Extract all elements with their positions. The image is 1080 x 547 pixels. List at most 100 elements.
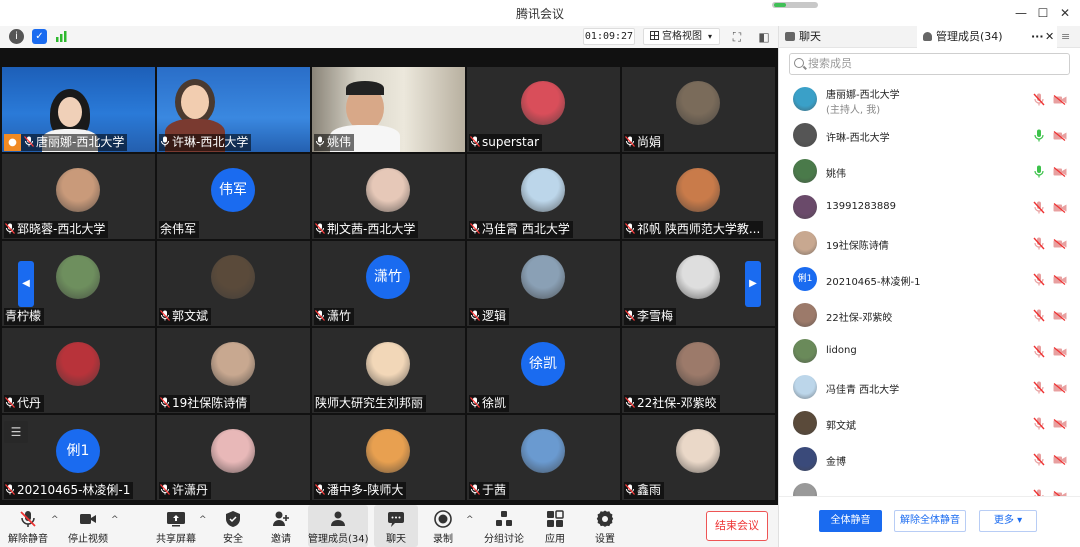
tencent-meeting-window: 腾讯会议 — ☐ ✕ i ✓ 01:09:27 宫格视图 ▾ ⛶ ◧ ● 唐丽娜-西… <box>0 0 1080 547</box>
member-list-item[interactable]: 冯佳青 西北大学 <box>779 370 1080 406</box>
camera-off-icon[interactable] <box>1053 383 1067 393</box>
camera-off-icon[interactable] <box>1053 347 1067 357</box>
shield-icon[interactable]: ✓ <box>32 29 47 44</box>
camera-off-icon[interactable] <box>1053 95 1067 105</box>
participant-name: 鑫雨 <box>637 483 662 497</box>
participant-tile[interactable]: 郅晓蓉-西北大学 <box>2 154 155 239</box>
maximize-icon[interactable]: ☐ <box>1034 4 1052 22</box>
chevron-up-icon[interactable]: ^ <box>51 515 59 525</box>
camera-off-icon[interactable] <box>1053 311 1067 321</box>
participant-tile[interactable]: 陕师大研究生刘邦丽 <box>312 328 465 413</box>
member-avatar <box>793 159 817 183</box>
previous-page-arrow[interactable]: ◀ <box>18 261 34 307</box>
participant-tile[interactable]: ● 唐丽娜-西北大学 <box>2 67 155 152</box>
chat-button[interactable]: 聊天 <box>374 505 418 547</box>
list-icon[interactable]: ☰ <box>4 421 28 443</box>
camera-off-icon[interactable] <box>1053 419 1067 429</box>
member-search-input[interactable]: 搜索成员 <box>789 53 1070 75</box>
participant-tile[interactable]: 尚娟 <box>622 67 775 152</box>
unmute-button[interactable]: 解除静音 <box>6 505 50 547</box>
participant-tile[interactable]: 于茜 <box>467 415 620 500</box>
close-panel-icon[interactable]: ✕ <box>1045 26 1055 48</box>
camera-off-icon[interactable] <box>1053 131 1067 141</box>
signal-icon[interactable] <box>54 29 69 44</box>
mic-icon[interactable] <box>1033 129 1045 142</box>
panel-menu-icon[interactable]: ≡ <box>1061 26 1075 48</box>
participant-tile[interactable]: 潘中多-陕师大 <box>312 415 465 500</box>
member-list-item[interactable]: 金博 <box>779 442 1080 478</box>
member-list-item[interactable]: 俐1 20210465-林凌俐-1 <box>779 262 1080 298</box>
mute-all-button[interactable]: 全体静音 <box>819 510 882 532</box>
member-list-item[interactable]: 13991283889 <box>779 190 1080 226</box>
share-screen-button[interactable]: 共享屏幕 <box>154 505 198 547</box>
participant-tile[interactable]: 姚伟 <box>312 67 465 152</box>
grid-view-dropdown[interactable]: 宫格视图 ▾ <box>643 28 720 45</box>
mic-muted-icon[interactable] <box>1033 273 1045 286</box>
member-list-item[interactable]: 19社保陈诗倩 <box>779 226 1080 262</box>
info-icon[interactable]: i <box>9 29 24 44</box>
mic-muted-icon <box>470 223 480 234</box>
participant-tile[interactable]: 祁帆 陕西师范大学教... <box>622 154 775 239</box>
record-button[interactable]: 录制 <box>426 505 460 547</box>
settings-button[interactable]: 设置 <box>588 505 622 547</box>
mic-muted-icon[interactable] <box>1033 381 1045 394</box>
mic-muted-icon[interactable] <box>1033 453 1045 466</box>
member-list-item[interactable]: 唐丽娜-西北大学 (主持人, 我) <box>779 82 1080 118</box>
tab-chat[interactable]: 聊天 <box>779 26 917 48</box>
camera-off-icon[interactable] <box>1053 275 1067 285</box>
next-page-arrow[interactable]: ▶ <box>745 261 761 307</box>
mic-muted-icon[interactable] <box>1033 345 1045 358</box>
participant-tile[interactable]: 郭文斌 <box>157 241 310 326</box>
camera-off-icon[interactable] <box>1053 239 1067 249</box>
mic-muted-icon[interactable] <box>1033 417 1045 430</box>
member-avatar <box>793 411 817 435</box>
mic-icon[interactable] <box>1033 165 1045 178</box>
member-list-item[interactable]: 郭文斌 <box>779 406 1080 442</box>
mic-muted-icon[interactable] <box>1033 93 1045 106</box>
member-list-item[interactable]: lidong <box>779 334 1080 370</box>
panel-tabs: 聊天 管理成员(34) ··· ✕ ≡ <box>779 26 1080 48</box>
participant-avatar <box>366 168 410 212</box>
participant-tile[interactable]: 许琳-西北大学 <box>157 67 310 152</box>
participant-tile[interactable]: 徐凯 徐凯 <box>467 328 620 413</box>
mic-muted-icon[interactable] <box>1033 309 1045 322</box>
minimize-icon[interactable]: — <box>1012 4 1030 22</box>
mic-muted-icon[interactable] <box>1033 237 1045 250</box>
participant-tile[interactable]: 潇竹 潇竹 <box>312 241 465 326</box>
unmute-all-button[interactable]: 解除全体静音 <box>894 510 966 532</box>
chevron-up-icon[interactable]: ^ <box>466 515 474 525</box>
participant-tile[interactable]: superstar <box>467 67 620 152</box>
more-options-icon[interactable]: ··· <box>1031 26 1044 48</box>
manage-members-label: 管理成员(34) <box>308 534 369 545</box>
participant-tile[interactable]: 22社保-邓紫皎 <box>622 328 775 413</box>
manage-members-button[interactable]: 管理成员(34) <box>308 505 369 547</box>
apps-button[interactable]: 应用 <box>538 505 572 547</box>
member-list-item[interactable]: 姚伟 <box>779 154 1080 190</box>
close-icon[interactable]: ✕ <box>1056 4 1074 22</box>
sidebar-toggle-icon[interactable]: ◧ <box>757 30 771 44</box>
participant-tile[interactable]: 荆文茜-西北大学 <box>312 154 465 239</box>
fullscreen-icon[interactable]: ⛶ <box>730 30 744 44</box>
mic-muted-icon[interactable] <box>1033 201 1045 214</box>
member-list-item[interactable]: 许琳-西北大学 <box>779 118 1080 154</box>
participant-tile[interactable]: 鑫雨 <box>622 415 775 500</box>
participant-tile[interactable]: 逻辑 <box>467 241 620 326</box>
participant-tile[interactable]: 许潇丹 <box>157 415 310 500</box>
breakout-button[interactable]: 分组讨论 <box>482 505 526 547</box>
stop-video-button[interactable]: 停止视频 <box>66 505 110 547</box>
participant-tile[interactable]: 伟军 余伟军 <box>157 154 310 239</box>
mic-muted-icon <box>20 511 36 527</box>
security-button[interactable]: 安全 <box>216 505 250 547</box>
participant-tile[interactable]: 冯佳霄 西北大学 <box>467 154 620 239</box>
participant-tile[interactable]: 代丹 <box>2 328 155 413</box>
camera-off-icon[interactable] <box>1053 167 1067 177</box>
chevron-up-icon[interactable]: ^ <box>199 515 207 525</box>
end-meeting-button[interactable]: 结束会议 <box>706 511 768 541</box>
participant-tile[interactable]: 19社保陈诗倩 <box>157 328 310 413</box>
member-list-item[interactable]: 22社保-邓紫皎 <box>779 298 1080 334</box>
more-button[interactable]: 更多 ▾ <box>979 510 1037 532</box>
chevron-up-icon[interactable]: ^ <box>111 515 119 525</box>
invite-button[interactable]: 邀请 <box>264 505 298 547</box>
camera-off-icon[interactable] <box>1053 203 1067 213</box>
camera-off-icon[interactable] <box>1053 455 1067 465</box>
